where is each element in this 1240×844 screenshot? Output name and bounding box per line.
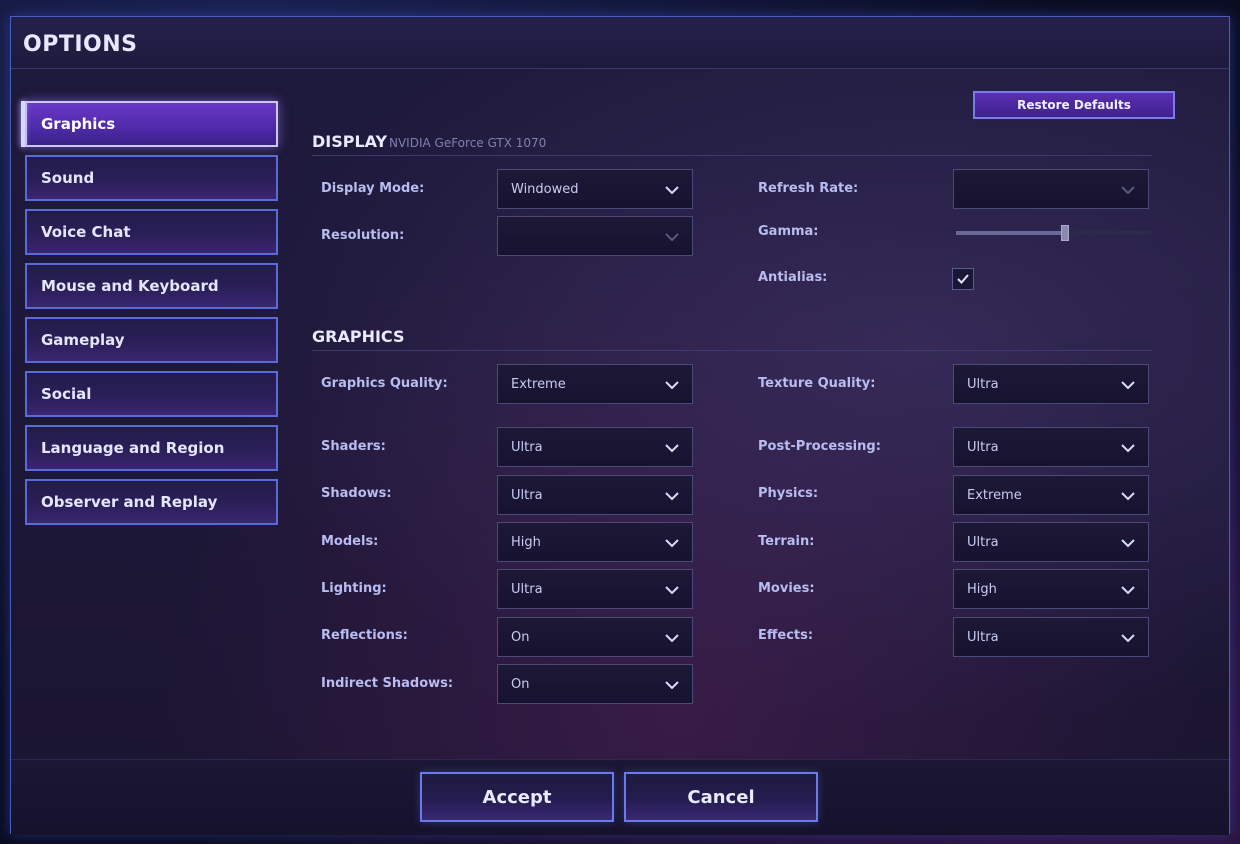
indirect-shadows-label: Indirect Shadows:	[321, 676, 454, 691]
chevron-down-icon	[1121, 586, 1135, 595]
options-window: OPTIONS Graphics Sound Voice Chat Mouse …	[10, 16, 1230, 835]
physics-value: Extreme	[967, 487, 1022, 503]
graphics-section-header: GRAPHICS	[312, 323, 1152, 351]
graphics-quality-dropdown[interactable]: Extreme	[497, 364, 693, 404]
resolution-dropdown[interactable]	[497, 216, 693, 256]
models-value: High	[511, 534, 541, 550]
gamma-slider[interactable]	[956, 225, 1151, 241]
antialias-checkbox[interactable]	[952, 268, 974, 290]
chevron-down-icon	[665, 186, 679, 195]
display-mode-dropdown[interactable]: Windowed	[497, 169, 693, 209]
footer: Accept Cancel	[11, 759, 1229, 835]
indirect-shadows-value: On	[511, 676, 530, 692]
lighting-dropdown[interactable]: Ultra	[497, 569, 693, 609]
shadows-dropdown[interactable]: Ultra	[497, 475, 693, 515]
chevron-down-icon	[665, 539, 679, 548]
chevron-down-icon	[665, 586, 679, 595]
refresh-rate-label: Refresh Rate:	[758, 181, 859, 196]
chevron-down-icon	[1121, 381, 1135, 390]
lighting-label: Lighting:	[321, 581, 387, 596]
post-processing-value: Ultra	[967, 439, 999, 455]
gamma-slider-fill	[956, 231, 1066, 235]
chevron-down-icon	[1121, 492, 1135, 501]
title-bar: OPTIONS	[11, 17, 1229, 69]
display-section-title: DISPLAY	[312, 132, 388, 151]
chevron-down-icon	[1121, 539, 1135, 548]
physics-label: Physics:	[758, 486, 819, 501]
texture-quality-value: Ultra	[967, 376, 999, 392]
chevron-down-icon	[665, 492, 679, 501]
reflections-dropdown[interactable]: On	[497, 617, 693, 657]
display-section-header: DISPLAY NVIDIA GeForce GTX 1070	[312, 128, 1152, 156]
chevron-down-icon	[665, 444, 679, 453]
models-dropdown[interactable]: High	[497, 522, 693, 562]
texture-quality-label: Texture Quality:	[758, 376, 876, 391]
chevron-down-icon	[665, 233, 679, 242]
chevron-down-icon	[665, 381, 679, 390]
shaders-dropdown[interactable]: Ultra	[497, 427, 693, 467]
antialias-label: Antialias:	[758, 270, 828, 285]
cancel-button[interactable]: Cancel	[624, 772, 818, 822]
chevron-down-icon	[665, 681, 679, 690]
movies-dropdown[interactable]: High	[953, 569, 1149, 609]
nav-item-graphics[interactable]: Graphics	[21, 101, 278, 147]
display-mode-label: Display Mode:	[321, 181, 425, 196]
gpu-name: NVIDIA GeForce GTX 1070	[389, 136, 547, 150]
shaders-label: Shaders:	[321, 439, 386, 454]
chevron-down-icon	[665, 634, 679, 643]
graphics-quality-label: Graphics Quality:	[321, 376, 448, 391]
display-mode-value: Windowed	[511, 181, 579, 197]
gamma-slider-handle[interactable]	[1061, 225, 1070, 241]
effects-label: Effects:	[758, 628, 814, 643]
nav-item-mouse-and-keyboard[interactable]: Mouse and Keyboard	[25, 263, 278, 309]
texture-quality-dropdown[interactable]: Ultra	[953, 364, 1149, 404]
options-nav: Graphics Sound Voice Chat Mouse and Keyb…	[21, 101, 278, 533]
terrain-label: Terrain:	[758, 534, 815, 549]
reflections-label: Reflections:	[321, 628, 408, 643]
graphics-section-title: GRAPHICS	[312, 327, 405, 346]
movies-value: High	[967, 581, 997, 597]
resolution-label: Resolution:	[321, 228, 405, 243]
chevron-down-icon	[1121, 186, 1135, 195]
models-label: Models:	[321, 534, 379, 549]
shadows-label: Shadows:	[321, 486, 392, 501]
terrain-value: Ultra	[967, 534, 999, 550]
window-title: OPTIONS	[23, 32, 138, 57]
nav-item-social[interactable]: Social	[25, 371, 278, 417]
shaders-value: Ultra	[511, 439, 543, 455]
nav-item-observer-and-replay[interactable]: Observer and Replay	[25, 479, 278, 525]
refresh-rate-dropdown[interactable]	[953, 169, 1149, 209]
gamma-label: Gamma:	[758, 224, 819, 239]
lighting-value: Ultra	[511, 581, 543, 597]
indirect-shadows-dropdown[interactable]: On	[497, 664, 693, 704]
checkmark-icon	[957, 274, 969, 284]
post-processing-label: Post-Processing:	[758, 439, 881, 454]
accept-button[interactable]: Accept	[420, 772, 614, 822]
nav-item-gameplay[interactable]: Gameplay	[25, 317, 278, 363]
post-processing-dropdown[interactable]: Ultra	[953, 427, 1149, 467]
chevron-down-icon	[1121, 634, 1135, 643]
movies-label: Movies:	[758, 581, 815, 596]
shadows-value: Ultra	[511, 487, 543, 503]
effects-value: Ultra	[967, 629, 999, 645]
nav-item-language-and-region[interactable]: Language and Region	[25, 425, 278, 471]
chevron-down-icon	[1121, 444, 1135, 453]
effects-dropdown[interactable]: Ultra	[953, 617, 1149, 657]
physics-dropdown[interactable]: Extreme	[953, 475, 1149, 515]
nav-item-voice-chat[interactable]: Voice Chat	[25, 209, 278, 255]
reflections-value: On	[511, 629, 530, 645]
terrain-dropdown[interactable]: Ultra	[953, 522, 1149, 562]
restore-defaults-button[interactable]: Restore Defaults	[973, 91, 1175, 119]
nav-item-sound[interactable]: Sound	[25, 155, 278, 201]
graphics-quality-value: Extreme	[511, 376, 566, 392]
